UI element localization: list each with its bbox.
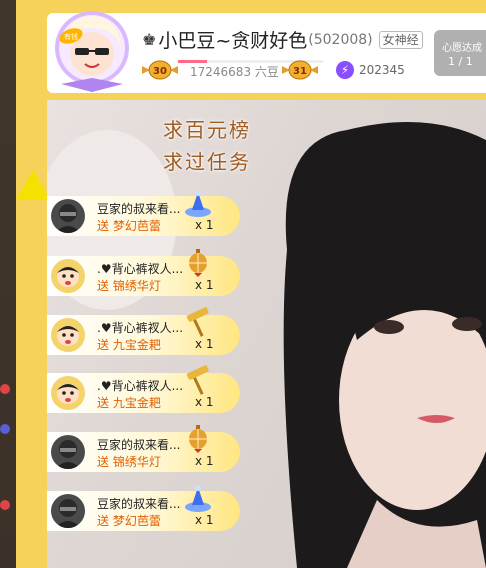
gift-count: x 1 bbox=[195, 218, 214, 232]
gift-item: .♥背心裤衩人... 送 九宝金耙 x 1 bbox=[47, 365, 240, 413]
wish-title: 心愿达成 bbox=[442, 43, 482, 54]
wish-count: 1 / 1 bbox=[448, 55, 473, 68]
overlay-line-1: 求百元榜 bbox=[163, 118, 251, 142]
sender-name[interactable]: .♥背心裤衩人... bbox=[97, 260, 237, 277]
gift-item: 豆家的叔来看... 送 梦幻芭蕾 x 1 bbox=[47, 485, 240, 531]
lightning-icon: ⚡ bbox=[336, 61, 354, 79]
crown-icon: ♚ bbox=[142, 30, 157, 49]
sender-name[interactable]: 豆家的叔来看... bbox=[97, 200, 237, 217]
gift-count: x 1 bbox=[195, 278, 214, 292]
gift-item: .♥背心裤衩人... 送 锦绣华灯 x 1 bbox=[47, 249, 240, 296]
send-label: 送 bbox=[97, 219, 110, 233]
popularity: ⚡ 202345 bbox=[336, 61, 405, 79]
level-next-text: 31 bbox=[293, 66, 307, 77]
gift-item: .♥背心裤衩人... 送 九宝金耙 x 1 bbox=[47, 307, 240, 355]
gift-line: 送 梦幻芭蕾 bbox=[97, 217, 161, 234]
sender-name[interactable]: 豆家的叔来看... bbox=[97, 495, 237, 512]
level-row: 30 17246683 六豆 31 bbox=[142, 58, 332, 82]
gift-name: 梦幻芭蕾 bbox=[112, 514, 161, 528]
anchor-avatar[interactable]: 有钱 bbox=[53, 8, 131, 96]
wish-button[interactable]: 心愿达成 1 / 1 bbox=[434, 30, 486, 76]
ballet-gift-icon bbox=[183, 188, 213, 218]
anchor-name: 小巴豆~贪财好色 bbox=[158, 30, 308, 52]
gift-count: x 1 bbox=[195, 337, 214, 351]
sender-name[interactable]: 豆家的叔来看... bbox=[97, 436, 237, 453]
stream-overlay-text: 求百元榜 求过任务 bbox=[117, 114, 297, 178]
send-label: 送 bbox=[97, 396, 110, 410]
send-label: 送 bbox=[97, 455, 110, 469]
avatar-badge-text: 有钱 bbox=[64, 32, 78, 41]
beans-count: 17246683 六豆 bbox=[190, 65, 279, 79]
gift-line: 送 梦幻芭蕾 bbox=[97, 512, 161, 529]
sender-name[interactable]: .♥背心裤衩人... bbox=[97, 377, 237, 394]
gift-line: 送 锦绣华灯 bbox=[97, 453, 161, 470]
rail-dot bbox=[0, 500, 10, 510]
sender-name[interactable]: .♥背心裤衩人... bbox=[97, 319, 237, 336]
gift-name: 九宝金耙 bbox=[112, 338, 161, 352]
gift-count: x 1 bbox=[195, 454, 214, 468]
gift-item: 豆家的叔来看... 送 锦绣华灯 x 1 bbox=[47, 425, 240, 472]
lantern-gift-icon bbox=[183, 424, 213, 454]
level-badge-next: 31 bbox=[282, 60, 318, 80]
gift-name: 九宝金耙 bbox=[112, 396, 161, 410]
send-label: 送 bbox=[97, 338, 110, 352]
warning-triangle-icon bbox=[16, 170, 50, 200]
gift-name: 锦绣华灯 bbox=[112, 455, 161, 469]
sender-avatar[interactable] bbox=[51, 318, 85, 352]
sender-avatar[interactable] bbox=[51, 376, 85, 410]
rake-gift-icon bbox=[183, 307, 213, 337]
sender-avatar[interactable] bbox=[51, 494, 85, 528]
level-current-text: 30 bbox=[153, 66, 167, 77]
ballet-gift-icon bbox=[183, 483, 213, 513]
category-tag[interactable]: 女神经 bbox=[378, 30, 423, 49]
sender-avatar[interactable] bbox=[51, 435, 85, 469]
popularity-value: 202345 bbox=[359, 63, 405, 77]
sender-avatar[interactable] bbox=[51, 259, 85, 293]
overlay-line-2: 求过任务 bbox=[163, 150, 251, 174]
lantern-gift-icon bbox=[183, 248, 213, 278]
level-badge-current: 30 bbox=[142, 60, 178, 80]
gift-name: 梦幻芭蕾 bbox=[112, 219, 161, 233]
gift-count: x 1 bbox=[195, 513, 214, 527]
left-rail bbox=[0, 0, 16, 568]
send-label: 送 bbox=[97, 279, 110, 293]
gift-line: 送 九宝金耙 bbox=[97, 336, 161, 353]
anchor-name-row: ♚ 小巴豆~贪财好色 (502008) 女神经 bbox=[142, 26, 423, 53]
rake-gift-icon bbox=[183, 365, 213, 395]
send-label: 送 bbox=[97, 514, 110, 528]
room-id: (502008) bbox=[308, 31, 373, 48]
gift-item: 豆家的叔来看... 送 梦幻芭蕾 x 1 bbox=[47, 190, 240, 236]
gift-count: x 1 bbox=[195, 395, 214, 409]
rail-dot bbox=[0, 384, 10, 394]
gift-line: 送 锦绣华灯 bbox=[97, 277, 161, 294]
gift-line: 送 九宝金耙 bbox=[97, 394, 161, 411]
sender-avatar[interactable] bbox=[51, 199, 85, 233]
rail-dot bbox=[0, 424, 10, 434]
gift-name: 锦绣华灯 bbox=[112, 279, 161, 293]
